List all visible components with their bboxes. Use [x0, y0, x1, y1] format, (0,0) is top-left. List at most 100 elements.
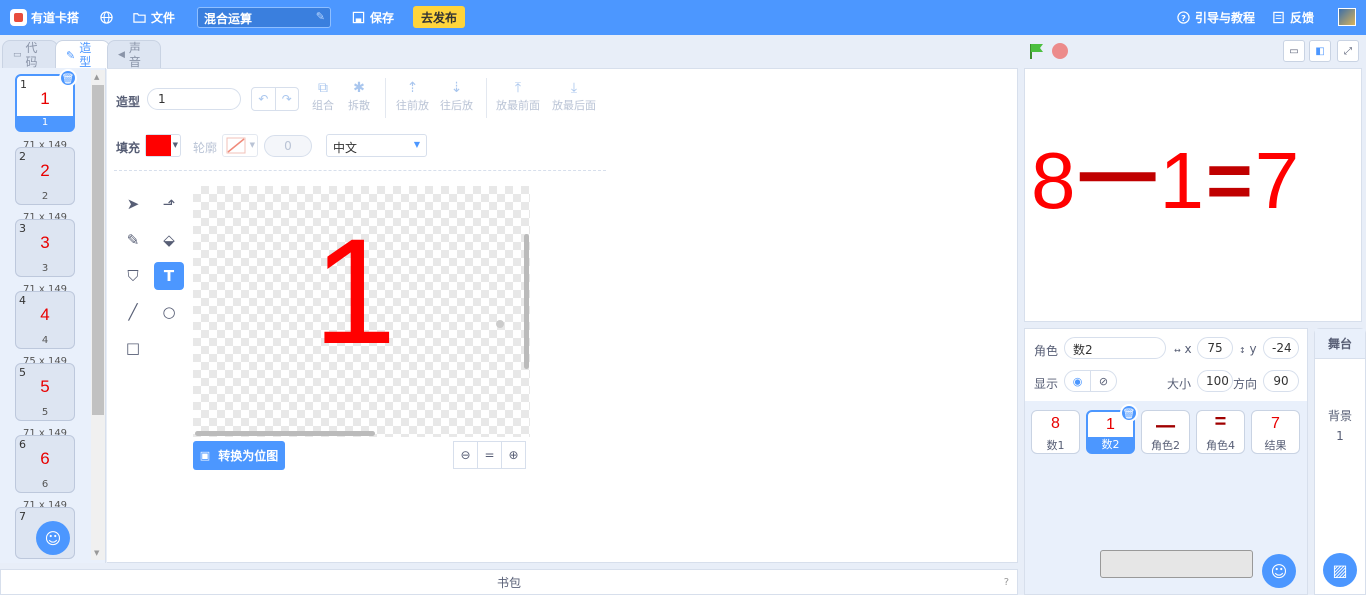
x-input[interactable]: 75 — [1197, 337, 1233, 359]
code-icon: ▭ — [13, 50, 22, 60]
stop-icon[interactable] — [1052, 43, 1068, 59]
direction-input[interactable]: 90 — [1263, 370, 1299, 392]
zoom-in-icon: ⊕ — [508, 448, 519, 462]
scroll-down-icon[interactable]: ▼ — [94, 549, 99, 557]
text-tool[interactable]: T — [154, 262, 184, 290]
scrollbar-thumb[interactable] — [92, 85, 104, 415]
fill-label: 填充 — [116, 141, 141, 155]
forward-button[interactable]: ⇡ 往前放 — [396, 80, 429, 113]
fullscreen-button[interactable]: ⤢ — [1337, 40, 1359, 62]
guide-button[interactable]: ? 引导与教程 — [1177, 0, 1255, 35]
feedback-button[interactable]: 反馈 — [1272, 0, 1314, 35]
select-tool[interactable]: ➤ — [118, 190, 148, 218]
green-flag-icon[interactable] — [1028, 42, 1046, 60]
send-to-back-button[interactable]: ⤓ 放最后面 — [552, 80, 596, 113]
sprite-name-input[interactable]: 数2 — [1064, 337, 1166, 359]
zoom-out-button[interactable]: ⊖ — [453, 441, 478, 469]
y-input[interactable]: -24 — [1263, 337, 1299, 359]
tab-sound[interactable]: ◀ 声音 — [107, 40, 161, 69]
costume-name: 6 — [41, 479, 49, 490]
costume-list-scrollbar[interactable]: ▲ ▼ — [91, 70, 105, 560]
size-label: 大小 — [1167, 377, 1192, 391]
redo-icon[interactable]: ↷ — [276, 88, 299, 110]
paint-bucket-icon: ⛉ — [127, 267, 139, 285]
show-hidden-button[interactable]: ⊘ — [1090, 370, 1117, 392]
sprite-tile[interactable]: = 角色4 — [1196, 410, 1245, 454]
font-select[interactable]: 中文 ▼ — [326, 134, 427, 157]
add-costume-robot-icon[interactable]: ☺ — [36, 521, 70, 555]
backpack-bar[interactable]: 书包 ? — [0, 569, 1018, 595]
brush-tool[interactable]: ✎ — [118, 226, 148, 254]
convert-to-bitmap-button[interactable]: ▣ 转换为位图 — [193, 441, 285, 470]
fill-color-picker[interactable]: ▼ — [145, 134, 181, 157]
horizontal-arrows-icon: ↔ — [1174, 346, 1181, 355]
publish-button[interactable]: 去发布 — [413, 6, 465, 28]
tab-costume-label-1: 造 — [79, 41, 92, 55]
circle-tool[interactable]: ○ — [154, 298, 184, 326]
costume-item[interactable]: 6 6 6 — [15, 435, 75, 493]
user-avatar[interactable] — [1338, 8, 1356, 26]
zoom-in-button[interactable]: ⊕ — [501, 441, 526, 469]
stage-canvas[interactable]: 8一1=7 — [1024, 68, 1362, 322]
small-stage-button[interactable]: ▭ — [1283, 40, 1305, 62]
add-sprite-robot-icon[interactable]: ☺ — [1262, 554, 1296, 588]
fill-color-swatch — [146, 135, 171, 156]
costume-thumbnail: 3 — [40, 233, 50, 252]
bring-front-label: 放最前面 — [496, 99, 540, 112]
canvas-horizontal-scrollbar[interactable] — [195, 431, 375, 436]
add-backdrop-icon[interactable]: ▨ — [1323, 553, 1357, 587]
outline-color-picker[interactable]: ▼ — [222, 134, 258, 157]
language-button[interactable] — [100, 0, 118, 35]
bring-to-front-button[interactable]: ⤒ 放最前面 — [496, 80, 540, 113]
outline-width-input[interactable]: 0 — [264, 135, 312, 157]
reshape-icon: ⬏ — [162, 195, 176, 213]
group-icon: ⧉ — [318, 80, 328, 96]
size-input[interactable]: 100 — [1197, 370, 1233, 392]
file-menu[interactable]: 文件 — [133, 0, 175, 35]
rectangle-tool[interactable]: □ — [118, 334, 148, 362]
large-stage-button[interactable]: ◧ — [1309, 40, 1331, 62]
line-tool[interactable]: ╱ — [118, 298, 148, 326]
eye-closed-icon: ⊘ — [1098, 374, 1109, 388]
show-visible-button[interactable]: ◉ — [1064, 370, 1091, 392]
ungroup-button[interactable]: ✱ 拆散 — [348, 80, 370, 113]
costume-thumbnail: 6 — [40, 449, 50, 468]
sprite-tile[interactable]: 7 结果 — [1251, 410, 1300, 454]
scroll-up-icon[interactable]: ▲ — [94, 73, 99, 81]
sprite-tile[interactable]: 8 数1 — [1031, 410, 1080, 454]
costume-name: 5 — [41, 407, 49, 418]
help-icon[interactable]: ? — [1004, 570, 1009, 595]
group-button[interactable]: ⧉ 组合 — [312, 80, 334, 113]
stage-sprite-7: 7 — [1254, 136, 1302, 225]
eraser-tool[interactable]: ⬙ — [154, 226, 184, 254]
undo-redo-group: ↶ ↷ — [251, 87, 299, 111]
undo-icon[interactable]: ↶ — [252, 88, 276, 110]
reshape-tool[interactable]: ⬏ — [154, 190, 184, 218]
zoom-reset-button[interactable]: = — [477, 441, 502, 469]
tab-code[interactable]: ▭ 代码 — [2, 40, 58, 69]
backward-button[interactable]: ⇣ 往后放 — [440, 80, 473, 113]
sprite-tile[interactable]: 一角色2 — [1141, 410, 1190, 454]
ungroup-label: 拆散 — [348, 99, 370, 112]
zoom-out-icon: ⊖ — [460, 448, 471, 462]
brand-logo[interactable]: 有道卡搭 — [10, 0, 79, 35]
tab-costume[interactable]: ✎ 造型 — [55, 40, 110, 69]
delete-costume-icon[interactable]: 🗑 — [59, 69, 77, 87]
costume-name: 2 — [41, 191, 49, 202]
brand-name: 有道卡搭 — [31, 11, 80, 25]
sprite-name: 结果 — [1264, 439, 1287, 452]
chevron-down-icon: ▼ — [249, 141, 255, 149]
costume-item[interactable]: 3 3 3 — [15, 219, 75, 277]
fullscreen-icon: ⤢ — [1344, 45, 1352, 57]
canvas-vertical-scrollbar[interactable] — [524, 234, 529, 369]
save-button[interactable]: 保存 — [352, 0, 394, 35]
sprite-name: 数2 — [1088, 437, 1133, 452]
delete-sprite-icon[interactable]: 🗑 — [1120, 404, 1138, 422]
costume-item[interactable]: 5 5 5 — [15, 363, 75, 421]
costume-item[interactable]: 4 4 4 — [15, 291, 75, 349]
costume-item[interactable]: 2 2 2 — [15, 147, 75, 205]
project-title-input[interactable]: 混合运算 ✎ — [197, 7, 331, 28]
paint-canvas[interactable]: 1 — [193, 186, 530, 437]
fill-tool[interactable]: ⛉ — [118, 262, 148, 290]
costume-name-input[interactable]: 1 — [147, 88, 241, 110]
